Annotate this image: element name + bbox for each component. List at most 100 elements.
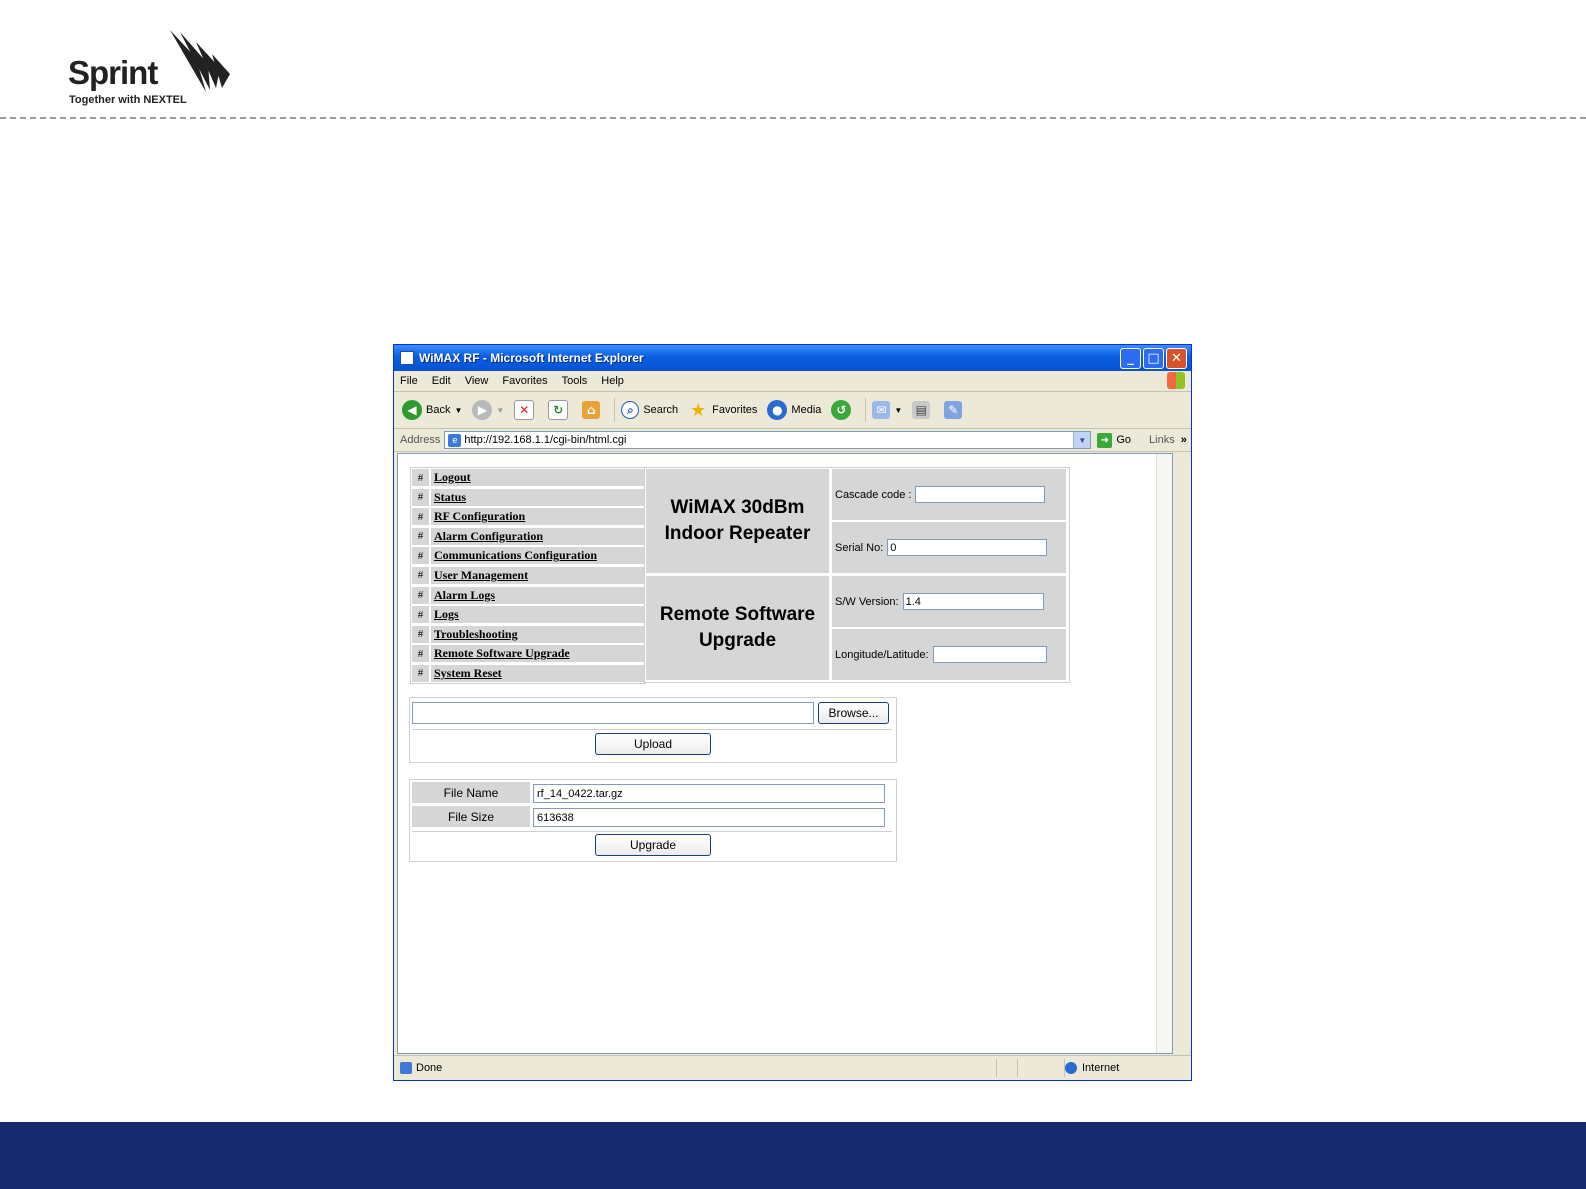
back-dropdown-icon[interactable]: ▼	[454, 406, 462, 415]
nav-hash: #	[412, 586, 429, 604]
nav-link-logout[interactable]: Logout	[431, 469, 644, 486]
favorites-label: Favorites	[712, 404, 758, 416]
menu-help[interactable]: Help	[601, 375, 624, 387]
product-title-line2: Indoor Repeater	[664, 523, 811, 544]
page-title: Remote Software Upgrade	[646, 576, 829, 680]
page-viewport: # Logout # Status # RF Configuration # Alarm…	[397, 453, 1173, 1054]
cascade-code-label: Cascade code :	[835, 488, 912, 501]
longitude-latitude-field[interactable]	[932, 646, 1047, 663]
nav-hash: #	[412, 625, 429, 643]
nav-menu: # Logout # Status # RF Configuration # Alarm…	[410, 467, 646, 684]
menu-file[interactable]: File	[400, 375, 418, 387]
nav-row: # RF Configuration	[412, 508, 644, 526]
nav-link-alarm-logs[interactable]: Alarm Logs	[431, 586, 644, 604]
nav-link-communications-configuration[interactable]: Communications Configuration	[431, 547, 644, 565]
nav-link-alarm-configuration[interactable]: Alarm Configuration	[431, 527, 644, 545]
longitude-latitude-row: Longitude/Latitude:	[832, 629, 1066, 680]
nav-hash: #	[412, 508, 429, 526]
search-button[interactable]: ⌕ Search	[621, 401, 678, 419]
chevron-right-icon[interactable]: »	[1181, 434, 1187, 446]
serial-no-row: Serial No:	[832, 522, 1066, 573]
stop-button[interactable]: ✕	[514, 400, 538, 420]
security-zone: Internet	[1064, 1059, 1119, 1077]
menu-tools[interactable]: Tools	[562, 375, 588, 387]
product-title: WiMAX 30dBm Indoor Repeater	[646, 469, 829, 573]
form-divider	[412, 831, 892, 832]
browse-button[interactable]: Browse...	[818, 702, 889, 724]
favorites-button[interactable]: ★ Favorites	[688, 400, 758, 421]
sprint-wing-icon	[170, 30, 230, 92]
file-name-label: File Name	[412, 782, 530, 803]
sw-version-label: S/W Version:	[835, 595, 899, 608]
print-button[interactable]: ▤	[912, 401, 934, 419]
longitude-latitude-label: Longitude/Latitude:	[835, 648, 929, 661]
address-input[interactable]: e http://192.168.1.1/cgi-bin/html.cgi ▼	[444, 431, 1092, 449]
window-title: WiMAX RF - Microsoft Internet Explorer	[419, 351, 644, 365]
edit-button[interactable]: ✎	[944, 401, 966, 419]
nav-row: # Logs	[412, 606, 644, 624]
back-button[interactable]: ◀ Back ▼	[402, 400, 462, 420]
nav-link-system-reset[interactable]: System Reset	[431, 664, 644, 682]
nav-hash: #	[412, 645, 429, 663]
ie-page-icon: e	[448, 433, 462, 447]
nav-link-rf-configuration[interactable]: RF Configuration	[431, 508, 644, 526]
nav-row: # System Reset	[412, 664, 644, 682]
vertical-scrollbar[interactable]	[1156, 454, 1172, 1053]
media-label: Media	[791, 404, 822, 416]
links-toolbar[interactable]: Links	[1149, 434, 1175, 446]
maximize-button[interactable]: □	[1143, 347, 1164, 369]
windows-logo-icon	[1167, 372, 1185, 389]
header-divider	[0, 117, 1586, 119]
nav-link-status[interactable]: Status	[431, 488, 644, 506]
menu-view[interactable]: View	[465, 375, 489, 387]
serial-no-label: Serial No:	[835, 541, 884, 554]
close-button[interactable]: ✕	[1166, 347, 1187, 369]
home-icon: ⌂	[582, 401, 601, 419]
history-button[interactable]: ↺	[831, 400, 855, 420]
upgrade-button[interactable]: Upgrade	[595, 834, 711, 856]
upload-form: Browse... Upload	[409, 697, 897, 763]
nav-link-troubleshooting[interactable]: Troubleshooting	[431, 625, 644, 643]
back-arrow-icon: ◀	[402, 400, 422, 420]
go-button[interactable]: ➜ Go	[1097, 432, 1132, 448]
forward-dropdown-icon[interactable]: ▼	[496, 406, 504, 415]
nav-link-remote-software-upgrade[interactable]: Remote Software Upgrade	[431, 645, 644, 663]
product-title-line1: WiMAX 30dBm	[670, 497, 805, 518]
mail-icon: ✉	[872, 401, 891, 419]
nav-row: # Logout	[412, 469, 644, 486]
status-bar: Done Internet	[394, 1055, 1191, 1080]
file-path-input[interactable]	[412, 702, 814, 724]
nav-link-logs[interactable]: Logs	[431, 606, 644, 624]
back-label: Back	[426, 404, 451, 416]
sprint-wordmark: Sprint	[68, 54, 158, 91]
nav-link-user-management[interactable]: User Management	[431, 566, 644, 584]
serial-no-field[interactable]	[887, 539, 1048, 556]
go-label: Go	[1116, 434, 1132, 446]
forward-button[interactable]: ▶ ▼	[472, 400, 504, 420]
address-dropdown-icon[interactable]: ▼	[1073, 432, 1091, 448]
device-info-panel: WiMAX 30dBm Indoor Repeater Remote Softwa…	[644, 467, 1070, 683]
minimize-button[interactable]: _	[1120, 347, 1141, 369]
home-button[interactable]: ⌂	[582, 401, 604, 419]
sprint-tagline: Together with NEXTEL	[69, 94, 187, 106]
go-arrow-icon: ➜	[1097, 432, 1113, 448]
zone-label: Internet	[1082, 1062, 1120, 1074]
menu-edit[interactable]: Edit	[432, 375, 451, 387]
media-button[interactable]: ● Media	[767, 400, 821, 420]
cascade-code-field[interactable]	[915, 486, 1046, 503]
nav-row: # Alarm Logs	[412, 586, 644, 604]
mail-button[interactable]: ✉ ▼	[872, 401, 902, 419]
page-title-line2: Upgrade	[698, 630, 777, 651]
search-label: Search	[643, 404, 679, 416]
print-icon: ▤	[912, 401, 931, 419]
file-size-field[interactable]	[533, 808, 885, 827]
ie-page-icon	[400, 1062, 412, 1074]
menu-bar: File Edit View Favorites Tools Help	[394, 371, 1191, 392]
refresh-button[interactable]: ↻	[548, 400, 572, 420]
file-name-field[interactable]	[533, 784, 885, 803]
menu-favorites[interactable]: Favorites	[502, 375, 547, 387]
mail-dropdown-icon[interactable]: ▼	[894, 406, 902, 415]
form-divider	[412, 729, 892, 730]
sw-version-field[interactable]	[902, 593, 1044, 610]
upload-button[interactable]: Upload	[595, 733, 711, 755]
